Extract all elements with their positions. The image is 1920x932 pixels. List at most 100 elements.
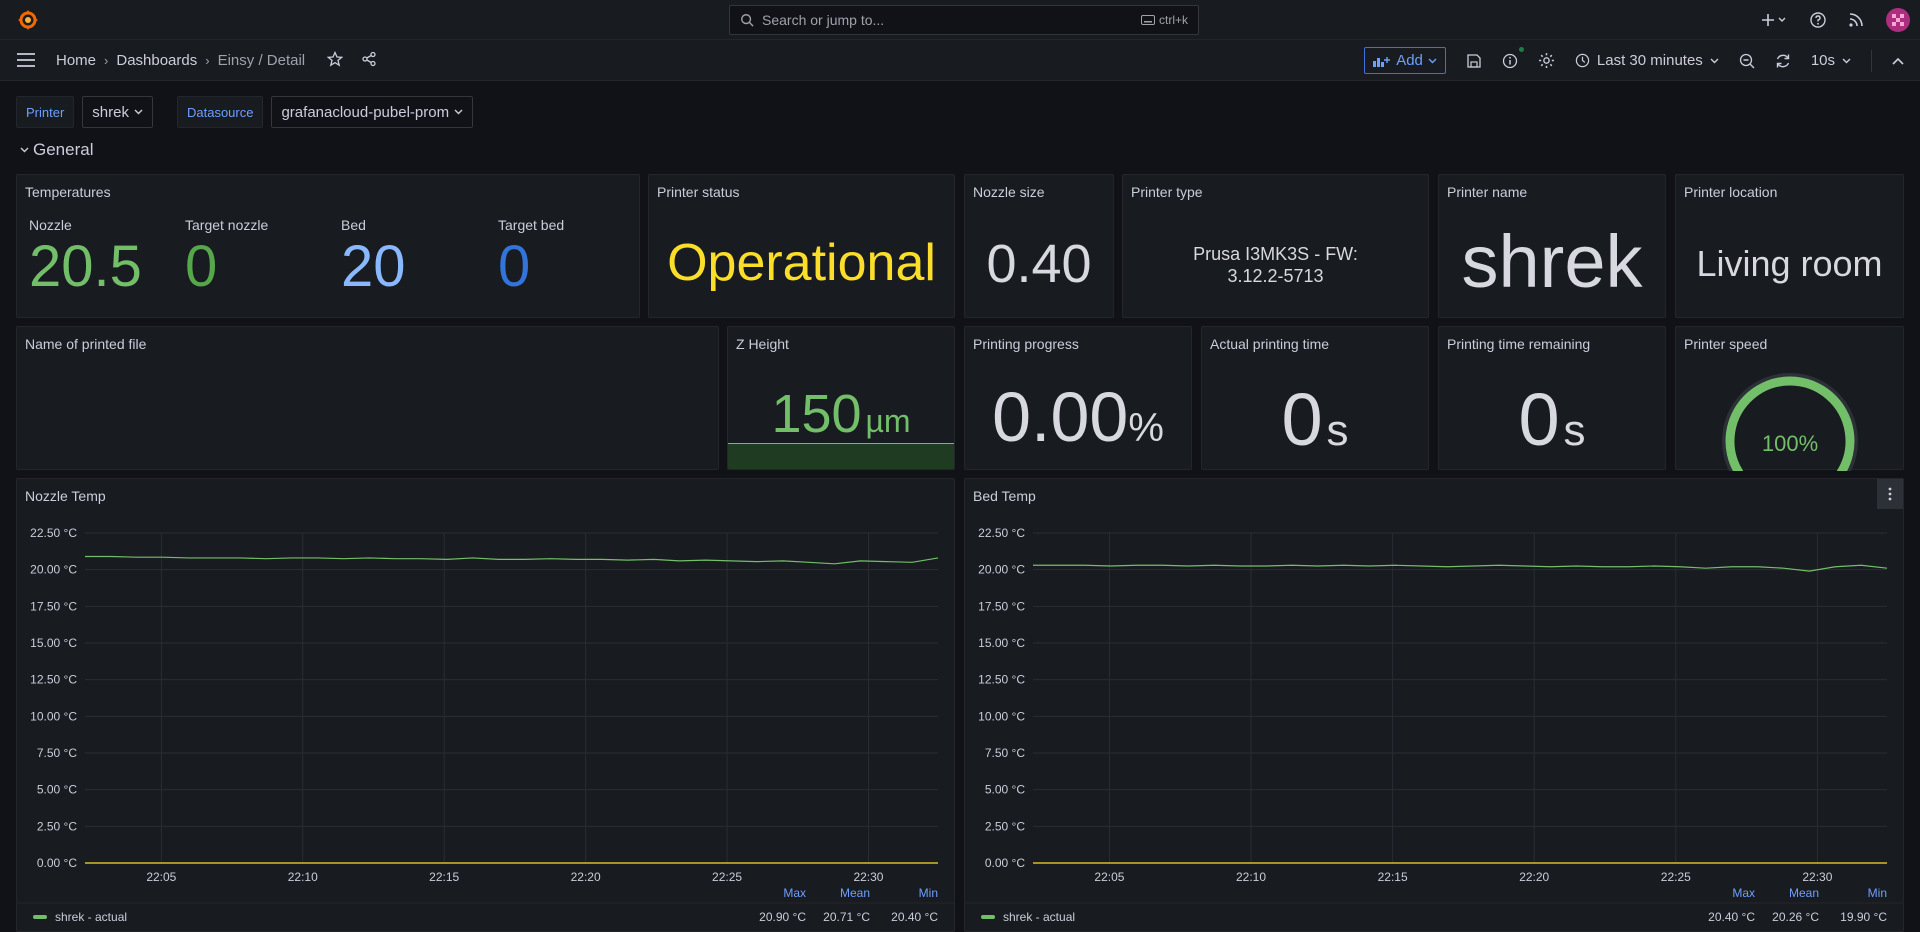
time-series-chart: 22.50 °C 20.00 °C 17.50 °C 15.00 °C 12.50 °C… — [965, 526, 1903, 924]
panel-printer-status[interactable]: Printer status Operational — [648, 174, 955, 318]
top-right-actions — [1762, 0, 1910, 40]
legend-stat-value: 20.40 °C — [1708, 910, 1755, 924]
legend-series-name: shrek - actual — [1003, 910, 1075, 924]
plus-icon — [1762, 14, 1786, 26]
dashboard-settings-button[interactable] — [1538, 52, 1555, 69]
z-height-sparkline — [728, 443, 954, 469]
x-tick-label: 22:10 — [1236, 870, 1266, 884]
panel-nozzle-size[interactable]: Nozzle size 0.40 — [964, 174, 1114, 318]
panel-printer-location[interactable]: Printer location Living room — [1675, 174, 1904, 318]
dashboard-controls: Add Last 30 minutes 10s — [1364, 40, 1904, 81]
x-tick-label: 22:30 — [1802, 870, 1832, 884]
panel-printer-type[interactable]: Printer type Prusa I3MK3S - FW: 3.12.2-5… — [1122, 174, 1429, 318]
insights-button[interactable] — [1502, 46, 1524, 69]
panel-temperatures[interactable]: Temperatures Nozzle 20.5 Target nozzle 0… — [16, 174, 640, 318]
star-button[interactable] — [326, 50, 344, 71]
printing-progress-number: 0.00 — [992, 378, 1129, 456]
new-menu-button[interactable] — [1762, 13, 1788, 27]
news-button[interactable] — [1848, 12, 1864, 28]
search-icon — [741, 14, 754, 27]
status-value: Operational — [667, 234, 936, 292]
row-title: General — [33, 140, 94, 159]
printer-type-line1: Prusa I3MK3S - FW: — [1193, 244, 1358, 264]
legend-stat-header: Min — [1868, 886, 1887, 900]
panel-printer-name[interactable]: Printer name shrek — [1438, 174, 1666, 318]
add-panel-icon — [1373, 56, 1391, 67]
panel-title: Printer location — [1684, 184, 1778, 200]
breadcrumb: Home › Dashboards › Einsy / Detail — [56, 40, 377, 81]
legend-stat-header: Max — [1732, 886, 1755, 900]
series-line — [85, 555, 939, 565]
mega-menu-button[interactable] — [16, 51, 36, 72]
legend-stat-value: 20.40 °C — [891, 910, 938, 924]
panel-title: Name of printed file — [25, 336, 147, 352]
y-tick-label: 10.00 °C — [30, 709, 77, 723]
panel-printing-progress[interactable]: Printing progress 0.00% — [964, 326, 1192, 470]
time-series-chart: 22.50 °C 20.00 °C 17.50 °C 15.00 °C 12.50 °C… — [17, 526, 954, 924]
share-button[interactable] — [361, 51, 377, 71]
datasource-select[interactable]: grafanacloud-pubel-prom — [271, 96, 474, 128]
row-header-general[interactable]: General — [20, 140, 93, 160]
chevron-right-icon: › — [104, 53, 109, 68]
hamburger-menu-icon — [17, 53, 35, 67]
y-tick-label: 2.50 °C — [37, 819, 77, 833]
gauge-fill — [1725, 376, 1855, 471]
time-range-label: Last 30 minutes — [1596, 52, 1703, 69]
add-button[interactable]: Add — [1364, 47, 1446, 74]
gauge-value: 100% — [1762, 431, 1818, 456]
panel-actual-printing-time[interactable]: Actual printing time 0 s — [1201, 326, 1429, 470]
grafana-logo-icon[interactable] — [16, 8, 40, 32]
y-tick-label: 17.50 °C — [30, 599, 77, 613]
refresh-interval-label: 10s — [1810, 52, 1835, 69]
zoom-out-button[interactable] — [1739, 53, 1755, 69]
help-button[interactable] — [1810, 12, 1826, 28]
stat-target-nozzle: Target nozzle 0 — [185, 217, 268, 299]
info-circle-icon — [1502, 53, 1518, 68]
z-height-number: 150 — [771, 384, 862, 444]
x-tick-label: 22:30 — [853, 870, 883, 884]
stat-label: Target nozzle — [185, 217, 269, 233]
stat-value: 20 — [341, 234, 406, 299]
add-button-label: Add — [1396, 52, 1423, 69]
legend-stat-value: 20.90 °C — [759, 910, 806, 924]
series-line — [1033, 564, 1888, 572]
stat-value: 0 — [185, 234, 218, 299]
panel-bed-temp[interactable]: Bed Temp 22.50 °C 20.00 °C 17.50 °C 15.00 °… — [964, 478, 1904, 932]
user-avatar[interactable] — [1886, 8, 1910, 32]
panel-title: Z Height — [736, 336, 789, 352]
chevron-down-icon — [1842, 58, 1851, 63]
gear-icon — [1538, 53, 1554, 68]
toolbar-divider — [1871, 49, 1872, 72]
refresh-button[interactable] — [1775, 53, 1791, 69]
x-tick-label: 22:15 — [1378, 870, 1408, 884]
panel-printer-speed[interactable]: Printer speed 100% — [1675, 326, 1904, 471]
refresh-interval-picker[interactable]: 10s — [1811, 52, 1851, 69]
y-tick-label: 10.00 °C — [978, 709, 1025, 723]
y-tick-label: 15.00 °C — [978, 636, 1025, 650]
x-tick-label: 22:20 — [571, 870, 601, 884]
panel-printed-file[interactable]: Name of printed file — [16, 326, 719, 470]
collapse-toolbar-button[interactable] — [1892, 57, 1904, 65]
time-range-picker[interactable]: Last 30 minutes — [1575, 52, 1719, 69]
y-tick-label: 5.00 °C — [37, 783, 77, 797]
search-shortcut: ctrl+k — [1140, 13, 1188, 27]
gauge-track — [1722, 373, 1858, 471]
panel-z-height[interactable]: Z Height 150 µm — [727, 326, 955, 470]
chevron-up-icon — [1892, 57, 1904, 65]
panel-title: Printing time remaining — [1447, 336, 1591, 352]
panel-nozzle-temp[interactable]: Nozzle Temp 22.50 °C 20.00 °C 17.50 °C 15.0… — [16, 478, 955, 932]
search-input[interactable]: Search or jump to... ctrl+k — [729, 5, 1199, 35]
breadcrumb-home[interactable]: Home — [56, 52, 96, 69]
y-tick-label: 0.00 °C — [985, 856, 1025, 870]
star-icon — [326, 50, 344, 67]
save-dashboard-button[interactable] — [1466, 53, 1482, 69]
dashboard-nav-bar: Home › Dashboards › Einsy / Detail Add L… — [0, 40, 1920, 81]
breadcrumb-dashboards[interactable]: Dashboards — [116, 52, 197, 69]
stat-label: Target bed — [498, 217, 565, 233]
y-tick-label: 2.50 °C — [985, 819, 1025, 833]
top-bar: Search or jump to... ctrl+k — [0, 0, 1920, 40]
printer-select[interactable]: shrek — [82, 96, 153, 128]
help-icon — [1810, 12, 1826, 28]
panel-printing-time-remaining[interactable]: Printing time remaining 0 s — [1438, 326, 1666, 470]
template-variables: Printer shrek Datasource grafanacloud-pu… — [16, 96, 474, 128]
